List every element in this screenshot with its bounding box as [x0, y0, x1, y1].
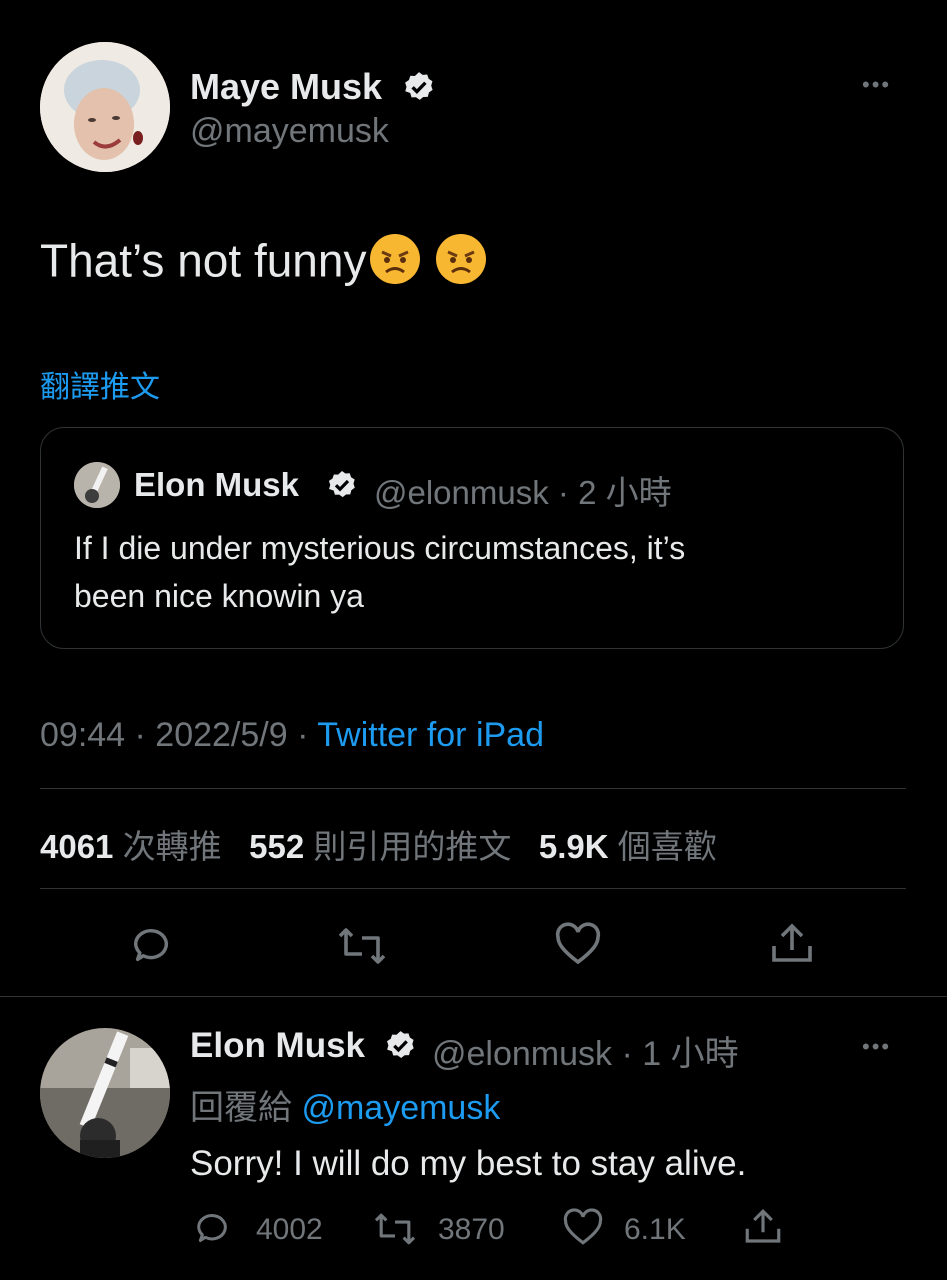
angry-face-icon [368, 232, 422, 297]
more-options-icon[interactable]: ••• [862, 1034, 891, 1060]
reply-text: Sorry! I will do my best to stay alive. [190, 1144, 747, 1183]
share-icon[interactable] [768, 920, 816, 968]
retweets-count: 4061 [40, 828, 114, 865]
reply-count: 4002 [256, 1213, 323, 1246]
reply-icon[interactable] [128, 922, 174, 968]
quoted-author-name[interactable]: Elon Musk [134, 466, 299, 504]
translate-tweet-link[interactable]: 翻譯推文 [40, 362, 160, 406]
likes-stat[interactable]: 5.9K 個喜歡 [539, 828, 717, 865]
timestamp-row: 09:44 · 2022/5/9 · Twitter for iPad [40, 716, 544, 755]
replying-to-row: 回覆給 @mayemusk [190, 1080, 500, 1129]
like-count: 6.1K [624, 1213, 686, 1246]
maye-musk-avatar[interactable] [40, 42, 170, 172]
replying-to-handle[interactable]: @mayemusk [301, 1089, 500, 1127]
verified-badge-icon [326, 469, 358, 506]
quoted-tweet-time: · 2 小時 [557, 474, 672, 511]
verified-badge-icon [384, 1029, 417, 1067]
author-handle[interactable]: @mayemusk [190, 112, 389, 151]
retweet-icon[interactable] [372, 1210, 418, 1248]
quoted-tweet-text-line2: been nice knowin ya [74, 578, 364, 614]
reply-icon[interactable] [192, 1208, 232, 1248]
quoted-tweet-text-line1: If I die under mysterious circumstances,… [74, 530, 686, 566]
reply-meta: @elonmusk · 1 小時 [432, 1026, 739, 1075]
retweet-count: 3870 [438, 1213, 505, 1246]
source-link[interactable]: Twitter for iPad [317, 716, 544, 754]
elon-musk-avatar[interactable] [40, 1028, 170, 1158]
replying-to-label: 回覆給 [190, 1089, 302, 1127]
more-options-icon[interactable]: ••• [862, 72, 891, 98]
stats-row: 4061 次轉推 552 則引用的推文 5.9K 個喜歡 [40, 820, 717, 868]
like-icon[interactable] [554, 922, 602, 968]
quotes-label: 則引用的推文 [313, 828, 512, 865]
angry-face-icon [434, 232, 488, 297]
reply-author-handle[interactable]: @elonmusk [432, 1035, 612, 1073]
divider [40, 888, 906, 889]
likes-count: 5.9K [538, 828, 609, 865]
quoted-author-handle[interactable]: @elonmusk [374, 474, 549, 511]
tweet-text-row: That’s not funny [40, 232, 488, 297]
timestamp: 09:44 · 2022/5/9 · [40, 716, 318, 754]
reply-time: · 1 小時 [621, 1035, 739, 1073]
like-icon[interactable] [562, 1208, 604, 1248]
retweets-label: 次轉推 [122, 828, 222, 865]
reply-author-name[interactable]: Elon Musk [190, 1026, 365, 1066]
quoted-meta: @elonmusk · 2 小時 [374, 466, 672, 514]
share-icon[interactable] [742, 1206, 784, 1248]
retweet-icon[interactable] [336, 924, 388, 968]
quotes-count: 552 [249, 828, 305, 865]
elon-musk-small-avatar[interactable] [74, 462, 120, 508]
retweets-stat[interactable]: 4061 次轉推 [40, 828, 222, 865]
divider [0, 996, 947, 997]
likes-label: 個喜歡 [617, 828, 717, 865]
tweet-text: That’s not funny [40, 234, 367, 287]
divider [40, 788, 906, 789]
verified-badge-icon [402, 70, 436, 109]
author-name[interactable]: Maye Musk [190, 66, 382, 108]
quotes-stat[interactable]: 552 則引用的推文 [249, 828, 511, 865]
